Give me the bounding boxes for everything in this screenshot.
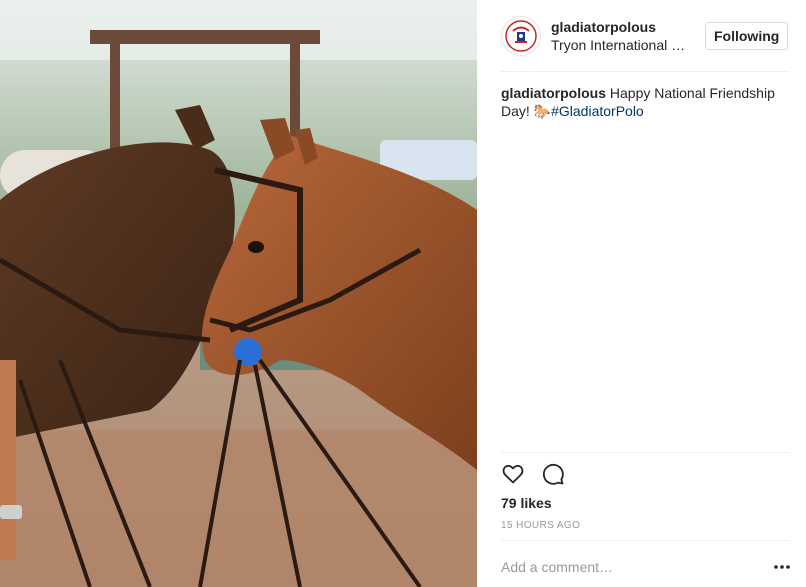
avatar[interactable] bbox=[501, 16, 541, 56]
gladiator-logo-icon bbox=[505, 20, 537, 52]
header-divider bbox=[500, 71, 790, 72]
post-actions bbox=[499, 460, 579, 488]
post-details-panel: gladiatorpolous Tryon International Eque… bbox=[477, 0, 806, 587]
actions-divider bbox=[500, 452, 790, 453]
hashtag-link[interactable]: #GladiatorPolo bbox=[551, 103, 644, 119]
comment-bubble-icon[interactable] bbox=[539, 460, 567, 488]
comment-divider bbox=[500, 540, 790, 541]
likes-count[interactable]: 79 likes bbox=[501, 495, 552, 511]
following-button[interactable]: Following bbox=[705, 22, 789, 50]
caption-username-link[interactable]: gladiatorpolous bbox=[501, 85, 606, 101]
post-caption: gladiatorpolous Happy National Friendshi… bbox=[501, 84, 791, 120]
comment-row bbox=[501, 554, 791, 580]
heart-icon[interactable] bbox=[499, 460, 527, 488]
horses-image bbox=[0, 0, 477, 587]
post-header: gladiatorpolous Tryon International Eque… bbox=[477, 0, 806, 72]
post-photo[interactable] bbox=[0, 0, 477, 587]
post-timestamp: 15 HOURS AGO bbox=[501, 520, 581, 531]
location-link[interactable]: Tryon International Equestrian Center bbox=[551, 36, 687, 54]
more-options-icon[interactable] bbox=[767, 557, 791, 577]
user-meta: gladiatorpolous Tryon International Eque… bbox=[551, 18, 691, 54]
comment-input[interactable] bbox=[501, 559, 767, 575]
username-link[interactable]: gladiatorpolous bbox=[551, 18, 691, 36]
